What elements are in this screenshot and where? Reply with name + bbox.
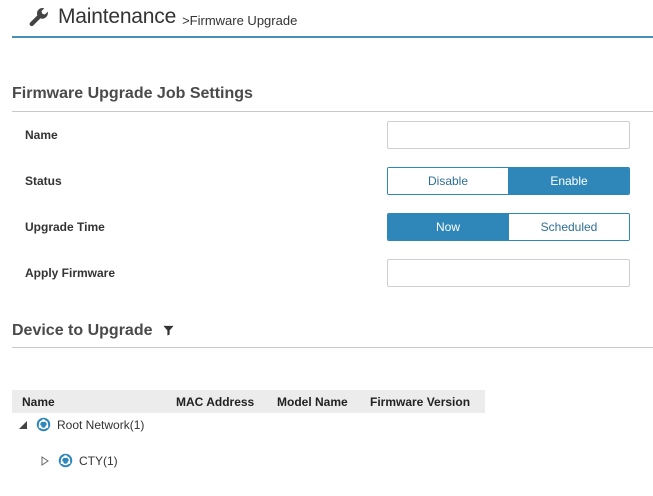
expanded-triangle-icon[interactable] <box>18 420 28 430</box>
device-section-label: Device to Upgrade <box>12 322 153 339</box>
tree-node-label: Root Network(1) <box>57 417 145 432</box>
breadcrumb: >Firmware Upgrade <box>182 12 298 28</box>
apply-firmware-input[interactable] <box>387 259 630 287</box>
upgrade-time-label: Upgrade Time <box>25 220 105 234</box>
name-label: Name <box>25 128 58 142</box>
page-header: Maintenance >Firmware Upgrade <box>28 4 297 30</box>
device-table-header: Name MAC Address Model Name Firmware Ver… <box>12 390 485 413</box>
page-title: Maintenance <box>58 5 177 28</box>
collapsed-triangle-icon[interactable] <box>40 455 50 466</box>
column-header-firmware[interactable]: Firmware Version <box>370 395 470 409</box>
tree-node-label: CTY(1) <box>79 453 118 468</box>
wrench-icon <box>29 7 48 27</box>
tree-node-cty[interactable]: CTY(1) <box>40 453 118 468</box>
network-icon <box>58 453 73 468</box>
status-enable-button[interactable]: Enable <box>508 168 629 194</box>
upgrade-time-toggle: Now Scheduled <box>387 213 630 241</box>
name-input[interactable] <box>387 121 630 149</box>
status-label: Status <box>25 174 62 188</box>
network-icon <box>36 417 51 432</box>
filter-icon[interactable] <box>163 325 174 336</box>
tree-node-root[interactable]: Root Network(1) <box>18 417 144 432</box>
header-divider <box>12 36 653 38</box>
upgrade-now-button[interactable]: Now <box>388 214 508 240</box>
device-section-divider <box>12 347 653 348</box>
apply-firmware-label: Apply Firmware <box>25 266 116 280</box>
status-toggle: Disable Enable <box>387 167 630 195</box>
column-header-mac[interactable]: MAC Address <box>176 395 254 409</box>
status-disable-button[interactable]: Disable <box>388 168 508 194</box>
column-header-model[interactable]: Model Name <box>277 395 348 409</box>
job-settings-divider <box>12 111 653 112</box>
device-section-title: Device to Upgrade <box>12 322 174 340</box>
job-settings-title: Firmware Upgrade Job Settings <box>12 85 253 102</box>
upgrade-scheduled-button[interactable]: Scheduled <box>508 214 629 240</box>
column-header-name[interactable]: Name <box>22 395 55 409</box>
